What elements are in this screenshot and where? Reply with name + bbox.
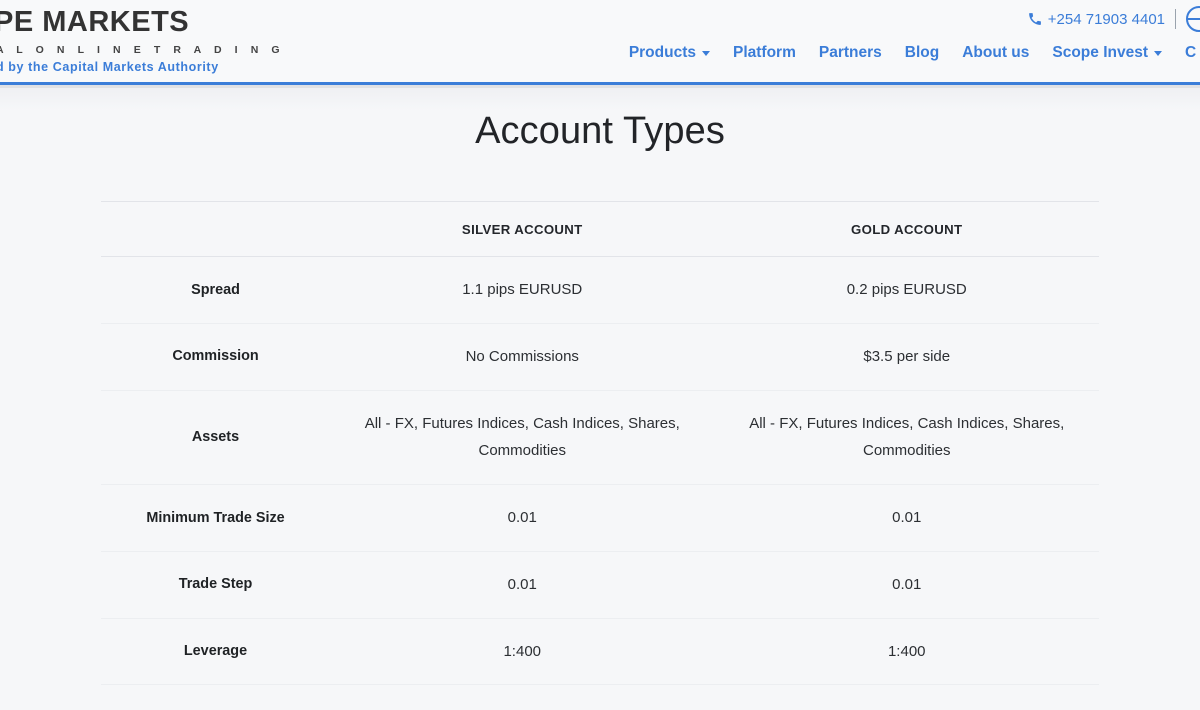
chevron-down-icon [1154, 50, 1162, 56]
globe-icon[interactable] [1186, 6, 1200, 32]
table-header: SILVER ACCOUNT GOLD ACCOUNT [101, 201, 1099, 257]
nav-item-about-us[interactable]: About us [962, 44, 1029, 62]
table-row: Commission No Commissions $3.5 per side [101, 323, 1099, 391]
account-types-table: SILVER ACCOUNT GOLD ACCOUNT Spread 1.1 p… [101, 201, 1099, 707]
table-row: Leverage 1:400 1:400 [101, 618, 1099, 686]
nav-label-clipped: C [1185, 44, 1197, 61]
row-label-trade-step: Trade Step [101, 551, 330, 619]
column-header-blank [101, 201, 330, 257]
cell-spread-silver: 1.1 pips EURUSD [330, 256, 715, 324]
nav-item-scope-invest[interactable]: Scope Invest [1052, 44, 1162, 62]
brand-subtitle: A L O N L I N E T R A D I N G [0, 44, 285, 56]
cell-trade-step-gold: 0.01 [714, 551, 1099, 619]
cell-minimum-trade-size-gold: 0.01 [714, 484, 1099, 552]
row-label-spread: Spread [101, 256, 330, 324]
nav-label-scope-invest: Scope Invest [1052, 44, 1148, 61]
brand-row: PE MARKETS [0, 2, 250, 42]
column-header-silver: SILVER ACCOUNT [330, 201, 715, 257]
cell-assets-silver: All - FX, Futures Indices, Cash Indices,… [330, 390, 715, 485]
cell-minimum-deposit-gold: $100 [714, 684, 1099, 707]
main-navigation: Products Platform Partners Blog About us… [629, 44, 1200, 62]
site-header: PE MARKETS A L O N L I N E T R A D I N G… [0, 0, 1200, 88]
row-label-assets: Assets [101, 390, 330, 485]
cell-spread-gold: 0.2 pips EURUSD [714, 256, 1099, 324]
brand-regulation-note: d by the Capital Markets Authority [0, 60, 219, 74]
nav-label-partners: Partners [818, 44, 882, 61]
nav-label-about-us: About us [962, 44, 1030, 61]
cell-leverage-silver: 1:400 [330, 618, 715, 686]
page-body: Account Types SILVER ACCOUNT GOLD ACCOUN… [0, 85, 1200, 707]
table-row: Minimum Deposit $100 $100 [101, 684, 1099, 707]
row-label-minimum-trade-size: Minimum Trade Size [101, 484, 330, 552]
nav-item-blog[interactable]: Blog [905, 44, 939, 62]
table-row: Assets All - FX, Futures Indices, Cash I… [101, 390, 1099, 485]
cell-commission-silver: No Commissions [330, 323, 715, 391]
table-body: Spread 1.1 pips EURUSD 0.2 pips EURUSD C… [101, 256, 1099, 707]
nav-item-partners[interactable]: Partners [819, 44, 882, 62]
cell-trade-step-silver: 0.01 [330, 551, 715, 619]
phone-icon [1028, 12, 1042, 26]
row-label-minimum-deposit: Minimum Deposit [101, 684, 330, 707]
table-header-row: SILVER ACCOUNT GOLD ACCOUNT [101, 201, 1099, 257]
nav-item-clipped[interactable]: C [1185, 44, 1198, 62]
brand-name: PE MARKETS [0, 5, 190, 38]
nav-label-blog: Blog [904, 44, 940, 61]
table-row: Minimum Trade Size 0.01 0.01 [101, 484, 1099, 552]
page-title: Account Types [475, 110, 725, 152]
cell-leverage-gold: 1:400 [714, 618, 1099, 686]
header-utility-row: +254 71903 4401 [1028, 6, 1200, 32]
nav-item-platform[interactable]: Platform [733, 44, 796, 62]
chevron-down-icon [702, 50, 710, 56]
table-row: Trade Step 0.01 0.01 [101, 551, 1099, 619]
cell-commission-gold: $3.5 per side [714, 323, 1099, 391]
row-label-leverage: Leverage [101, 618, 330, 686]
cell-minimum-trade-size-silver: 0.01 [330, 484, 715, 552]
nav-item-products[interactable]: Products [629, 44, 710, 62]
column-header-gold: GOLD ACCOUNT [714, 201, 1099, 257]
phone-number: +254 71903 4401 [1047, 10, 1165, 28]
account-types-table-wrapper: SILVER ACCOUNT GOLD ACCOUNT Spread 1.1 p… [101, 201, 1099, 707]
brand-logo[interactable]: PE MARKETS A L O N L I N E T R A D I N G… [0, 2, 285, 74]
cell-assets-gold: All - FX, Futures Indices, Cash Indices,… [714, 390, 1099, 485]
header-divider [1175, 9, 1176, 29]
row-label-commission: Commission [101, 323, 330, 391]
table-row: Spread 1.1 pips EURUSD 0.2 pips EURUSD [101, 256, 1099, 324]
cell-minimum-deposit-silver: $100 [330, 684, 715, 707]
nav-label-products: Products [628, 44, 696, 61]
nav-label-platform: Platform [733, 44, 796, 61]
phone-link[interactable]: +254 71903 4401 [1028, 11, 1165, 28]
